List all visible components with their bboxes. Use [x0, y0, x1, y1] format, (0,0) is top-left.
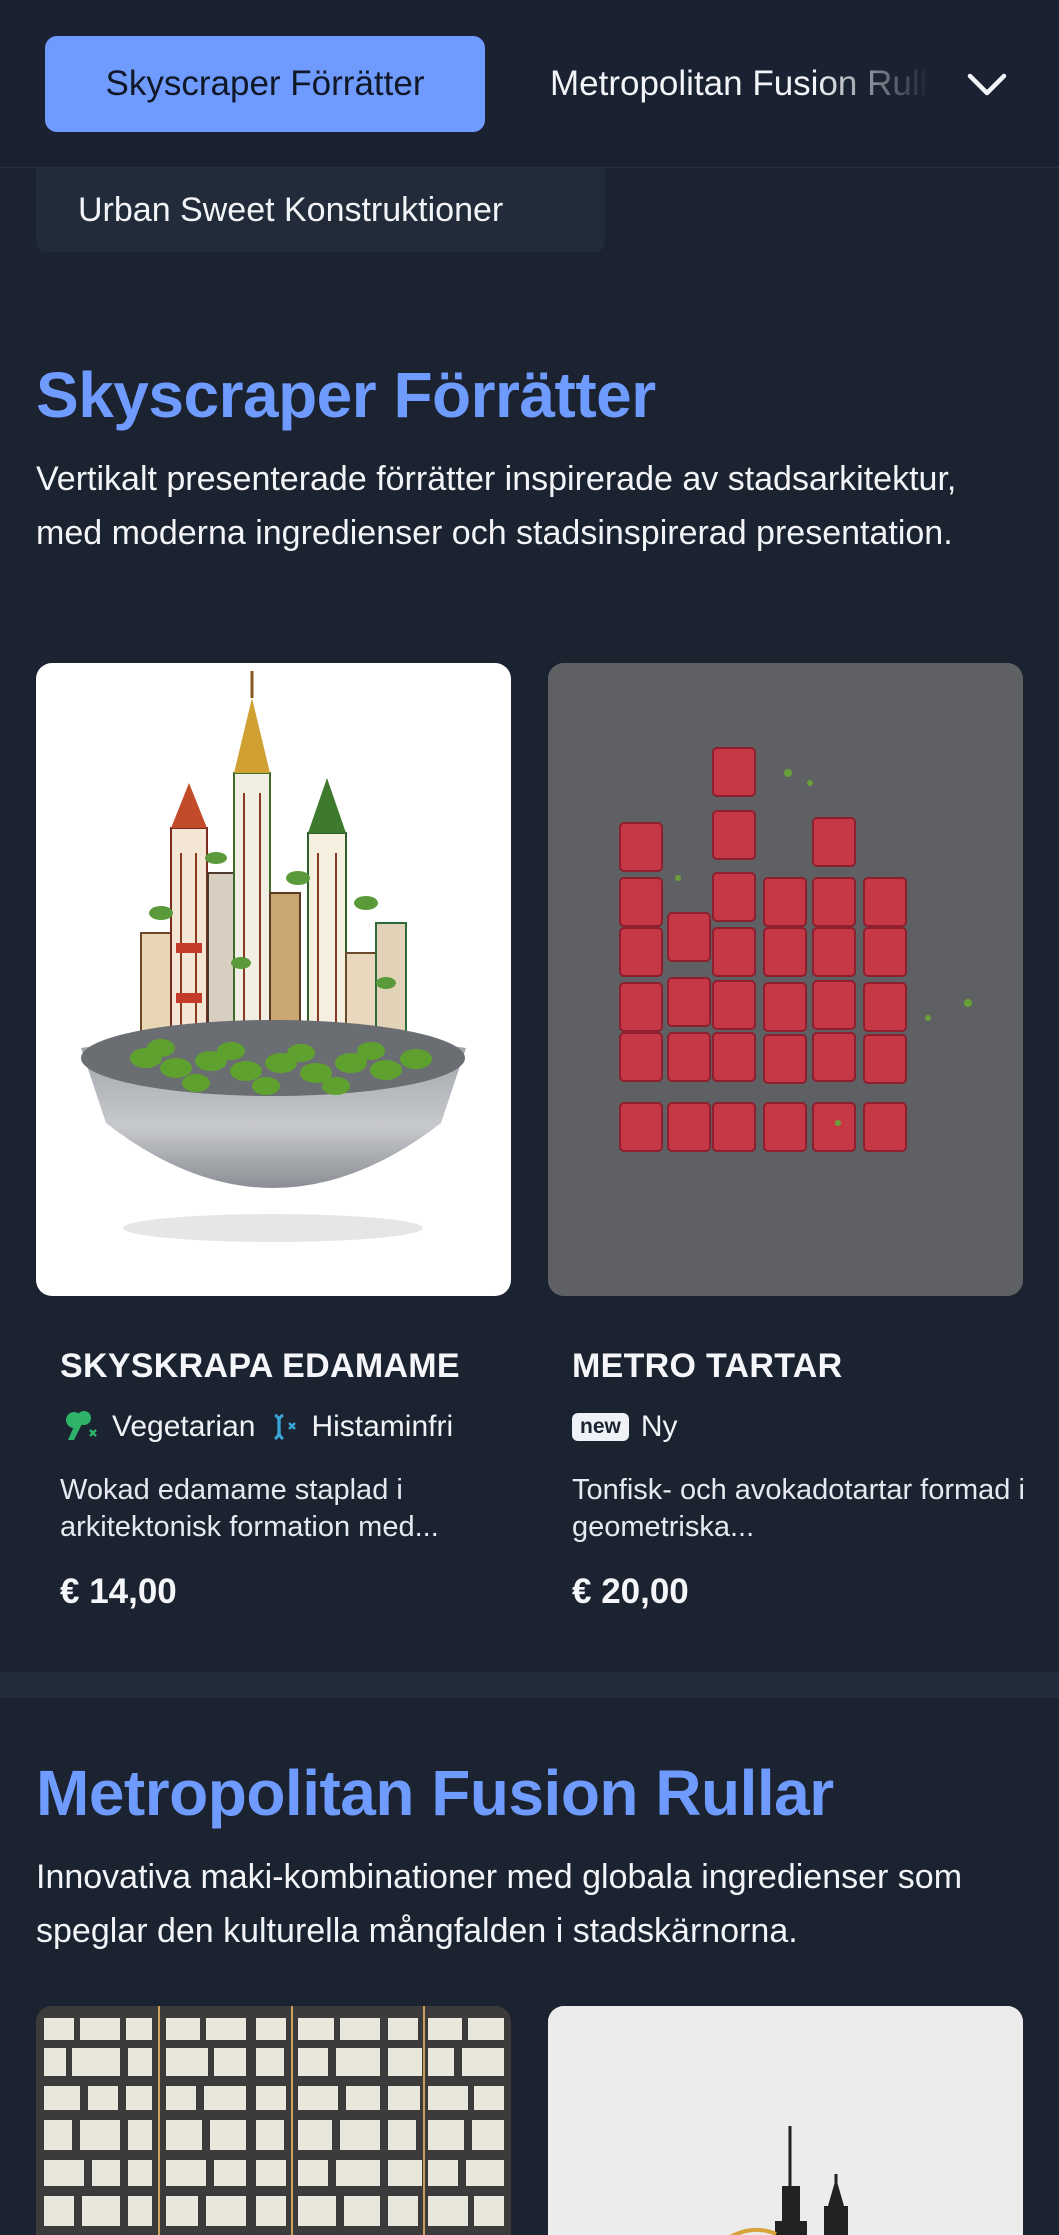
dish-image-fusion-roll-2[interactable]	[548, 2006, 1023, 2235]
tab-skyscraper-forratter[interactable]: Skyscraper Förrätter	[45, 36, 485, 132]
dish-description: Tonfisk- och avokadotartar formad i geom…	[572, 1474, 1025, 1543]
tag-label: Ny	[640, 1410, 678, 1443]
dish-price: € 20,00	[572, 1572, 689, 1611]
category-nav-bar: Skyscraper Förrätter Metropolitan Fusion…	[0, 0, 1059, 168]
new-badge: new	[572, 1413, 629, 1441]
section-divider	[0, 1672, 1059, 1698]
dish-description: Wokad edamame staplad i arkitektonisk fo…	[60, 1474, 439, 1543]
dish-image-skyskrapa-edamame[interactable]	[36, 663, 511, 1296]
tag-histaminfri: Histaminfri	[269, 1410, 453, 1444]
dish-name: METRO TARTAR	[572, 1347, 843, 1385]
tag-ny: new Ny	[572, 1410, 678, 1444]
broccoli-icon	[66, 1411, 97, 1440]
tab-urban-sweet-konstruktioner[interactable]: Urban Sweet Konstruktioner	[36, 168, 605, 252]
tag-vegetarian: Vegetarian	[60, 1410, 255, 1444]
tag-label: Histaminfri	[311, 1410, 454, 1443]
menu-item-card[interactable]: METRO TARTAR new Ny Tonfisk- och avokado…	[572, 1347, 1032, 1612]
section-description: Innovativa maki-kombinationer med global…	[36, 1858, 963, 1950]
tab-metropolitan-fusion-rullar[interactable]: Metropolitan Fusion Rullar	[550, 36, 930, 132]
menu-item-card[interactable]: SKYSKRAPA EDAMAME Vegetarian Histaminfri…	[60, 1347, 520, 1612]
dish-tags: Vegetarian Histaminfri	[60, 1410, 520, 1444]
tag-label: Vegetarian	[112, 1410, 256, 1443]
chevron-down-icon[interactable]	[962, 60, 1012, 110]
section-title: Skyscraper Förrätter	[36, 359, 656, 431]
dish-image-metro-tartar[interactable]	[548, 663, 1023, 1296]
dish-name: SKYSKRAPA EDAMAME	[60, 1347, 460, 1385]
dish-price: € 14,00	[60, 1572, 177, 1611]
dish-tags: new Ny	[572, 1410, 1032, 1444]
section-title: Metropolitan Fusion Rullar	[36, 1757, 834, 1829]
dna-icon	[274, 1413, 297, 1441]
dish-image-fusion-roll-1[interactable]	[36, 2006, 511, 2235]
section-description: Vertikalt presenterade förrätter inspire…	[36, 460, 957, 552]
